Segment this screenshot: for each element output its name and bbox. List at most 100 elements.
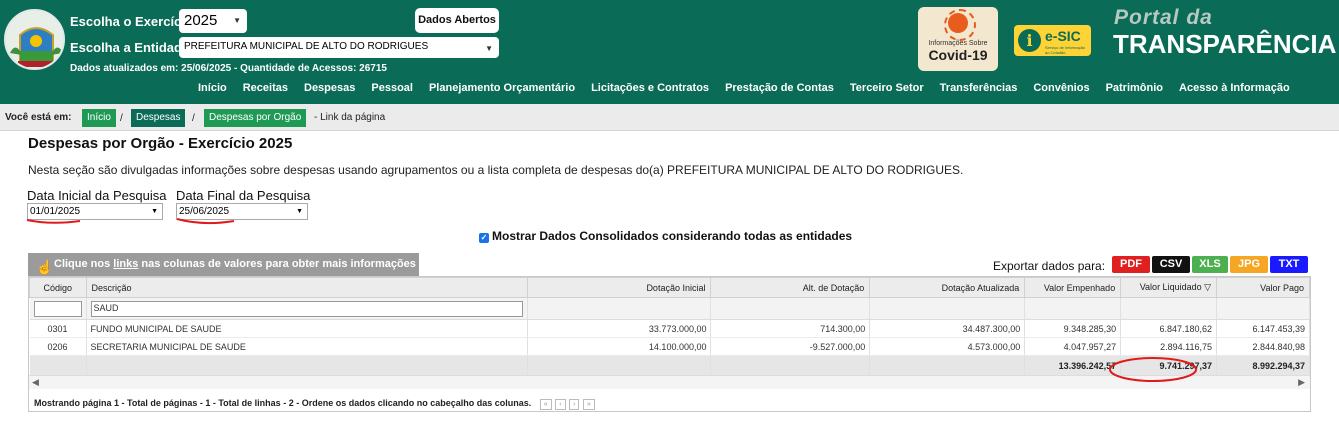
nav-patrimonio[interactable]: Patrimônio <box>1098 82 1171 94</box>
table-row: 0301 FUNDO MUNICIPAL DE SAUDE 33.773.000… <box>29 319 1310 338</box>
table-row: 0206 SECRETARIA MUNICIPAL DE SAUDE 14.10… <box>29 337 1310 356</box>
export-xls-button[interactable]: XLS <box>1192 256 1228 273</box>
first-page-button[interactable]: « <box>539 399 552 410</box>
cell-descricao: SECRETARIA MUNICIPAL DE SAUDE <box>86 337 528 356</box>
nav-pessoal[interactable]: Pessoal <box>363 82 421 94</box>
nav-transferencias[interactable]: Transferências <box>932 82 1026 94</box>
col-dotacao-atualizada[interactable]: Dotação Atualizada <box>869 277 1026 298</box>
cell-valor-liquidado[interactable]: 6.847.180,62 <box>1120 319 1218 338</box>
cell-dotacao-inicial[interactable]: 14.100.000,00 <box>527 337 712 356</box>
cell-valor-pago[interactable]: 2.844.840,98 <box>1216 337 1310 356</box>
update-info: Dados atualizados em: 25/06/2025 - Quant… <box>70 63 387 74</box>
chevron-down-icon: ▼ <box>151 208 158 215</box>
nav-terceiro-setor[interactable]: Terceiro Setor <box>842 82 932 94</box>
hint-pre: Clique nos <box>54 258 114 270</box>
hint-banner: ☝ Clique nos links nas colunas de valore… <box>28 253 419 276</box>
esic-sub: Serviço de Informação ao Cidadão <box>1045 45 1086 55</box>
covid-info-button[interactable]: Informações Sobre Covid-19 <box>918 7 998 71</box>
nav-licitacoes[interactable]: Licitações e Contratos <box>583 82 717 94</box>
scroll-left-icon[interactable]: ◀ <box>32 377 39 388</box>
export-pdf-button[interactable]: PDF <box>1112 256 1150 273</box>
filter-codigo-input[interactable] <box>33 300 82 317</box>
cell-dotacao-inicial[interactable]: 33.773.000,00 <box>527 319 712 338</box>
total-valor-pago: 8.992.294,37 <box>1216 355 1310 377</box>
col-alt-dotacao[interactable]: Alt. de Dotação <box>710 277 871 298</box>
municipal-logo[interactable] <box>4 9 65 70</box>
cell-codigo: 0301 <box>29 319 87 338</box>
col-descricao[interactable]: Descrição <box>85 277 528 298</box>
col-valor-pago[interactable]: Valor Pago <box>1216 277 1310 298</box>
portal-title-small: Portal da <box>1114 6 1213 29</box>
entidade-label: Escolha a Entidade: <box>70 40 194 55</box>
cell-descricao: FUNDO MUNICIPAL DE SAUDE <box>86 319 528 338</box>
nav-receitas[interactable]: Receitas <box>235 82 296 94</box>
dados-abertos-button[interactable]: Dados Abertos <box>415 8 499 33</box>
intro-text: Nesta seção são divulgadas informações s… <box>28 163 964 177</box>
exercicio-select[interactable]: 2025 ▼ <box>179 9 247 33</box>
breadcrumb-sep: / <box>120 113 123 124</box>
red-underline-annotation <box>176 218 235 225</box>
scroll-right-icon[interactable]: ▶ <box>1298 377 1305 388</box>
table-header-row: Código Descrição Dotação Inicial Alt. de… <box>29 277 1310 298</box>
nav-despesas[interactable]: Despesas <box>296 82 363 94</box>
covid-small-label: Informações Sobre <box>928 40 988 47</box>
cell-dotacao-atualizada[interactable]: 34.487.300,00 <box>869 319 1026 338</box>
cell-valor-empenhado[interactable]: 9.348.285,30 <box>1024 319 1122 338</box>
cell-alt-dotacao[interactable]: -9.527.000,00 <box>710 337 871 356</box>
hint-link: links <box>113 258 139 270</box>
nav-planejamento[interactable]: Planejamento Orçamentário <box>421 82 583 94</box>
breadcrumb: Você está em: Início / Despesas / Despes… <box>0 104 1339 131</box>
breadcrumb-despesas-orgao[interactable]: Despesas por Orgão <box>204 109 307 127</box>
data-inicial-label: Data Inicial da Pesquisa <box>27 188 167 203</box>
breadcrumb-inicio[interactable]: Início <box>82 109 116 127</box>
prev-page-button[interactable]: ‹ <box>555 399 566 410</box>
data-grid: Código Descrição Dotação Inicial Alt. de… <box>28 276 1311 412</box>
red-underline-annotation <box>26 219 81 224</box>
consolidado-label: Mostrar Dados Consolidados considerando … <box>492 229 853 243</box>
portal-title-big: TRANSPARÊNCIA <box>1113 29 1337 59</box>
main-nav: Início Receitas Despesas Pessoal Planeja… <box>190 82 1298 94</box>
esic-button[interactable]: i e-SIC Serviço de Informação ao Cidadão <box>1014 25 1091 56</box>
total-valor-empenhado: 13.396.242,57 <box>1024 355 1122 377</box>
chevron-down-icon: ▼ <box>296 208 303 215</box>
info-icon: i <box>1018 29 1041 52</box>
page-title: Despesas por Orgão - Exercício 2025 <box>28 135 293 152</box>
checkbox-checked-icon[interactable]: ✓ <box>479 233 489 243</box>
last-page-button[interactable]: » <box>582 399 595 410</box>
hint-post: nas colunas de valores para obter mais i… <box>138 258 416 270</box>
filter-row: SAUD <box>29 297 1310 320</box>
next-page-button[interactable]: › <box>569 399 580 410</box>
red-circle-annotation <box>1109 357 1197 382</box>
col-valor-liquidado[interactable]: Valor Liquidado ▽ <box>1120 277 1218 298</box>
cell-codigo: 0206 <box>29 337 87 356</box>
breadcrumb-despesas[interactable]: Despesas <box>131 109 186 127</box>
nav-convenios[interactable]: Convênios <box>1025 82 1097 94</box>
export-csv-button[interactable]: CSV <box>1152 256 1190 273</box>
virus-icon <box>944 9 976 41</box>
cell-valor-pago[interactable]: 6.147.453,39 <box>1216 319 1310 338</box>
esic-label: e-SIC <box>1045 28 1081 44</box>
export-txt-button[interactable]: TXT <box>1270 256 1308 273</box>
cell-valor-liquidado[interactable]: 2.894.116,75 <box>1120 337 1218 356</box>
chevron-down-icon: ▼ <box>485 44 493 53</box>
export-jpg-button[interactable]: JPG <box>1230 256 1268 273</box>
covid-big-label: Covid-19 <box>928 47 988 63</box>
pager: Mostrando página 1 - Total de páginas - … <box>34 398 595 410</box>
nav-prestacao[interactable]: Prestação de Contas <box>717 82 842 94</box>
cell-dotacao-atualizada[interactable]: 4.573.000,00 <box>869 337 1026 356</box>
consolidado-checkbox[interactable]: ✓ Mostrar Dados Consolidados considerando… <box>479 229 852 243</box>
breadcrumb-sep: / <box>192 113 195 124</box>
cell-valor-empenhado[interactable]: 4.047.957,27 <box>1024 337 1122 356</box>
col-valor-empenhado[interactable]: Valor Empenhado <box>1024 277 1122 298</box>
page-link[interactable]: - Link da página <box>314 112 385 123</box>
cell-alt-dotacao[interactable]: 714.300,00 <box>710 319 871 338</box>
header: Escolha o Exercício: 2025 ▼ Escolha a En… <box>0 0 1339 104</box>
col-dotacao-inicial[interactable]: Dotação Inicial <box>526 277 712 298</box>
filter-descricao-input[interactable]: SAUD <box>90 300 523 317</box>
nav-acesso-informacao[interactable]: Acesso à Informação <box>1171 82 1298 94</box>
entidade-select[interactable]: PREFEITURA MUNICIPAL DE ALTO DO RODRIGUE… <box>179 37 499 58</box>
nav-inicio[interactable]: Início <box>190 82 235 94</box>
pager-text: Mostrando página 1 - Total de páginas - … <box>34 398 532 408</box>
chevron-down-icon: ▼ <box>233 16 241 25</box>
col-codigo[interactable]: Código <box>29 277 87 298</box>
